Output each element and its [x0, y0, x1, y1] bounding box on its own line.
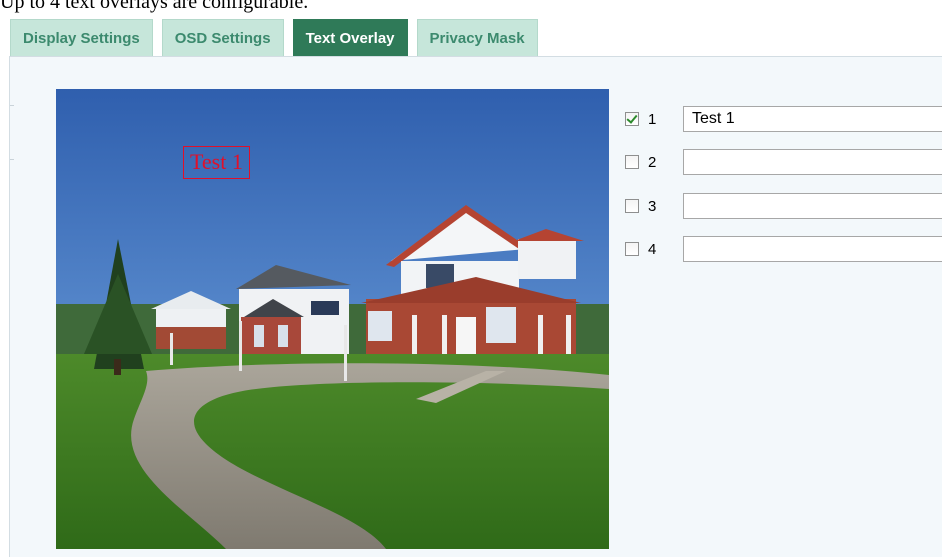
tab-text-overlay[interactable]: Text Overlay — [292, 19, 408, 56]
panel-divider — [10, 105, 14, 106]
overlay-row: 1 — [625, 106, 942, 132]
overlay-row: 3 — [625, 193, 942, 219]
tab-osd-settings[interactable]: OSD Settings — [161, 19, 284, 56]
overlay-1-checkbox[interactable] — [625, 112, 639, 126]
overlay-number: 4 — [648, 240, 657, 258]
overlay-1-text-input[interactable] — [683, 106, 942, 132]
overlay-3-text-input[interactable] — [683, 193, 942, 219]
overlay-number: 3 — [648, 197, 657, 215]
overlay-3-checkbox[interactable] — [625, 199, 639, 213]
overlay-4-checkbox[interactable] — [625, 242, 639, 256]
preview-overlay-text[interactable]: Test 1 — [183, 146, 250, 179]
video-preview[interactable]: Test 1 — [56, 89, 609, 549]
tab-privacy-mask[interactable]: Privacy Mask — [416, 19, 538, 56]
overlay-number: 1 — [648, 110, 657, 128]
tab-bar: Display Settings OSD Settings Text Overl… — [10, 19, 538, 57]
overlay-4-text-input[interactable] — [683, 236, 942, 262]
tab-display-settings[interactable]: Display Settings — [10, 19, 153, 56]
overlay-2-text-input[interactable] — [683, 149, 942, 175]
overlay-number: 2 — [648, 153, 657, 171]
overlay-2-checkbox[interactable] — [625, 155, 639, 169]
panel-divider — [10, 159, 14, 160]
page-caption: Up to 4 text overlays are configurable. — [0, 0, 309, 13]
preview-scene — [56, 89, 609, 549]
overlay-row: 2 — [625, 149, 942, 175]
overlay-row: 4 — [625, 236, 942, 262]
